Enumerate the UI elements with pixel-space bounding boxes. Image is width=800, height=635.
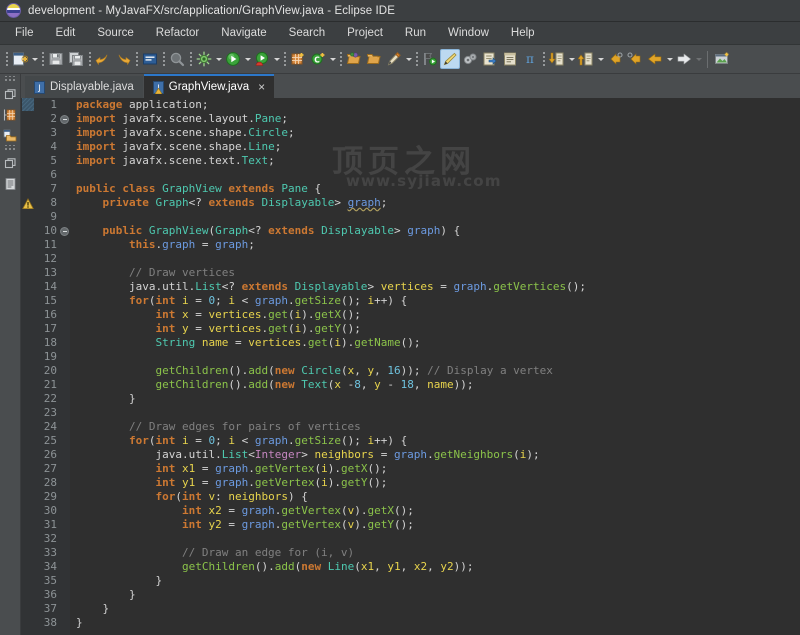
new-class-dropdown-icon[interactable] bbox=[328, 49, 337, 69]
menu-item-project[interactable]: Project bbox=[336, 25, 394, 41]
line-number-gutter: 1 2 3 4 5 6 7 8 9 10 11 12 13 14 15 16 17 18 19 20 21 22 23 24 2… bbox=[35, 98, 59, 635]
external-tools-icon[interactable] bbox=[460, 49, 480, 69]
toolbar-separator bbox=[187, 49, 194, 69]
warning-marker-icon[interactable] bbox=[22, 198, 34, 213]
step-into-icon[interactable] bbox=[547, 49, 567, 69]
source-code: package application; import javafx.scene.… bbox=[76, 98, 587, 629]
java-file-warning-icon: J bbox=[152, 80, 164, 94]
previous-annotation-icon[interactable] bbox=[500, 49, 520, 69]
fold-collapse-icon[interactable] bbox=[60, 226, 69, 236]
undo-arrow-icon[interactable] bbox=[93, 49, 113, 69]
step-return-icon[interactable] bbox=[576, 49, 596, 69]
toolbar-separator bbox=[281, 49, 288, 69]
tab-graphview-java[interactable]: J GraphView.java × bbox=[143, 74, 275, 98]
debug-icon[interactable] bbox=[194, 49, 214, 69]
toolbar-divider bbox=[707, 50, 708, 68]
run-dropdown-icon[interactable] bbox=[243, 49, 252, 69]
svg-text:π: π bbox=[526, 52, 534, 66]
svg-text:J: J bbox=[37, 83, 40, 92]
menu-item-refactor[interactable]: Refactor bbox=[145, 25, 210, 41]
package-explorer-icon[interactable] bbox=[1, 105, 19, 124]
run-icon[interactable] bbox=[223, 49, 243, 69]
tab-displayable-java[interactable]: J Displayable.java bbox=[25, 76, 143, 98]
workbench-body: J Displayable.java J GraphView.java bbox=[0, 74, 800, 635]
pi-icon[interactable]: π bbox=[520, 49, 540, 69]
menu-item-window[interactable]: Window bbox=[437, 25, 500, 41]
skip-breakpoints-icon[interactable] bbox=[420, 49, 440, 69]
forward-arrow-icon[interactable] bbox=[674, 49, 694, 69]
redo-arrow-icon[interactable] bbox=[113, 49, 133, 69]
edit-dropdown-icon[interactable] bbox=[404, 49, 413, 69]
next-edit-icon[interactable] bbox=[625, 49, 645, 69]
rail-drag-handle-2[interactable] bbox=[3, 145, 17, 152]
console-icon[interactable] bbox=[140, 49, 160, 69]
rail-drag-handle[interactable] bbox=[3, 76, 17, 83]
menu-item-navigate[interactable]: Navigate bbox=[210, 25, 277, 41]
back-arrow-icon[interactable] bbox=[645, 49, 665, 69]
new-java-project-icon[interactable] bbox=[288, 49, 308, 69]
toolbar-separator bbox=[160, 49, 167, 69]
save-all-icon[interactable] bbox=[66, 49, 86, 69]
code-folding-bar[interactable] bbox=[59, 98, 70, 635]
project-explorer-icon[interactable] bbox=[1, 125, 19, 144]
toolbar-separator bbox=[540, 49, 547, 69]
line-numbers: 1 2 3 4 5 6 7 8 9 10 11 12 13 14 15 16 17 18 19 20 21 22 23 24 2… bbox=[43, 98, 57, 629]
editor-area: J Displayable.java J GraphView.java bbox=[21, 74, 800, 635]
restore-package-explorer-icon[interactable] bbox=[1, 85, 19, 104]
close-icon[interactable]: × bbox=[258, 81, 265, 93]
code-editor[interactable]: 1 2 3 4 5 6 7 8 9 10 11 12 13 14 15 16 17 18 19 20 21 22 23 24 2… bbox=[21, 98, 800, 635]
previous-edit-icon[interactable] bbox=[605, 49, 625, 69]
new-window-icon[interactable] bbox=[712, 49, 732, 69]
eclipse-ide-window: development - MyJavaFX/src/application/G… bbox=[0, 0, 800, 635]
menu-item-edit[interactable]: Edit bbox=[45, 25, 87, 41]
java-file-icon: J bbox=[34, 80, 45, 94]
menu-item-file[interactable]: File bbox=[4, 25, 45, 41]
toolbar-separator bbox=[413, 49, 420, 69]
next-annotation-icon[interactable] bbox=[480, 49, 500, 69]
edit-pencil-icon[interactable] bbox=[384, 49, 404, 69]
toolbar-separator bbox=[86, 49, 93, 69]
save-icon[interactable] bbox=[46, 49, 66, 69]
toolbar-separator bbox=[3, 49, 10, 69]
new-wizard-dropdown-icon[interactable] bbox=[30, 49, 39, 69]
code-text-area[interactable]: package application; import javafx.scene.… bbox=[70, 98, 787, 635]
open-type-icon[interactable] bbox=[344, 49, 364, 69]
editor-marker-bar[interactable] bbox=[21, 98, 35, 635]
main-toolbar: C π bbox=[0, 45, 800, 74]
tab-label: Displayable.java bbox=[50, 81, 134, 93]
coverage-dropdown-icon[interactable] bbox=[272, 49, 281, 69]
open-task-icon[interactable] bbox=[364, 49, 384, 69]
current-line-marker bbox=[22, 98, 34, 111]
new-class-icon[interactable]: C bbox=[308, 49, 328, 69]
toolbar-separator bbox=[337, 49, 344, 69]
toolbar-separator bbox=[39, 49, 46, 69]
tab-label: GraphView.java bbox=[168, 81, 250, 93]
menu-item-run[interactable]: Run bbox=[394, 25, 437, 41]
editor-tab-strip: J Displayable.java J GraphView.java bbox=[21, 74, 800, 98]
step-return-dropdown-icon[interactable] bbox=[596, 49, 605, 69]
eclipse-logo-icon bbox=[6, 3, 21, 18]
step-into-dropdown-icon[interactable] bbox=[567, 49, 576, 69]
editor-vertical-scrollbar[interactable] bbox=[787, 98, 800, 635]
back-dropdown-icon[interactable] bbox=[665, 49, 674, 69]
outline-view-icon[interactable] bbox=[1, 174, 19, 193]
svg-text:C: C bbox=[314, 55, 320, 64]
left-view-rail bbox=[0, 74, 21, 635]
title-bar: development - MyJavaFX/src/application/G… bbox=[0, 0, 800, 22]
fold-collapse-icon[interactable] bbox=[60, 114, 69, 124]
coverage-icon[interactable] bbox=[252, 49, 272, 69]
debug-dropdown-icon[interactable] bbox=[214, 49, 223, 69]
toolbar-separator bbox=[133, 49, 140, 69]
menu-item-search[interactable]: Search bbox=[278, 25, 336, 41]
new-wizard-icon[interactable] bbox=[10, 49, 30, 69]
menu-item-help[interactable]: Help bbox=[500, 25, 546, 41]
menu-bar: File Edit Source Refactor Navigate Searc… bbox=[0, 22, 800, 45]
search-icon[interactable] bbox=[167, 49, 187, 69]
restore-outline-icon[interactable] bbox=[1, 154, 19, 173]
forward-dropdown-icon bbox=[694, 49, 703, 69]
menu-item-source[interactable]: Source bbox=[86, 25, 144, 41]
toggle-mark-occurrences-icon[interactable] bbox=[440, 49, 460, 69]
window-title: development - MyJavaFX/src/application/G… bbox=[28, 4, 395, 17]
